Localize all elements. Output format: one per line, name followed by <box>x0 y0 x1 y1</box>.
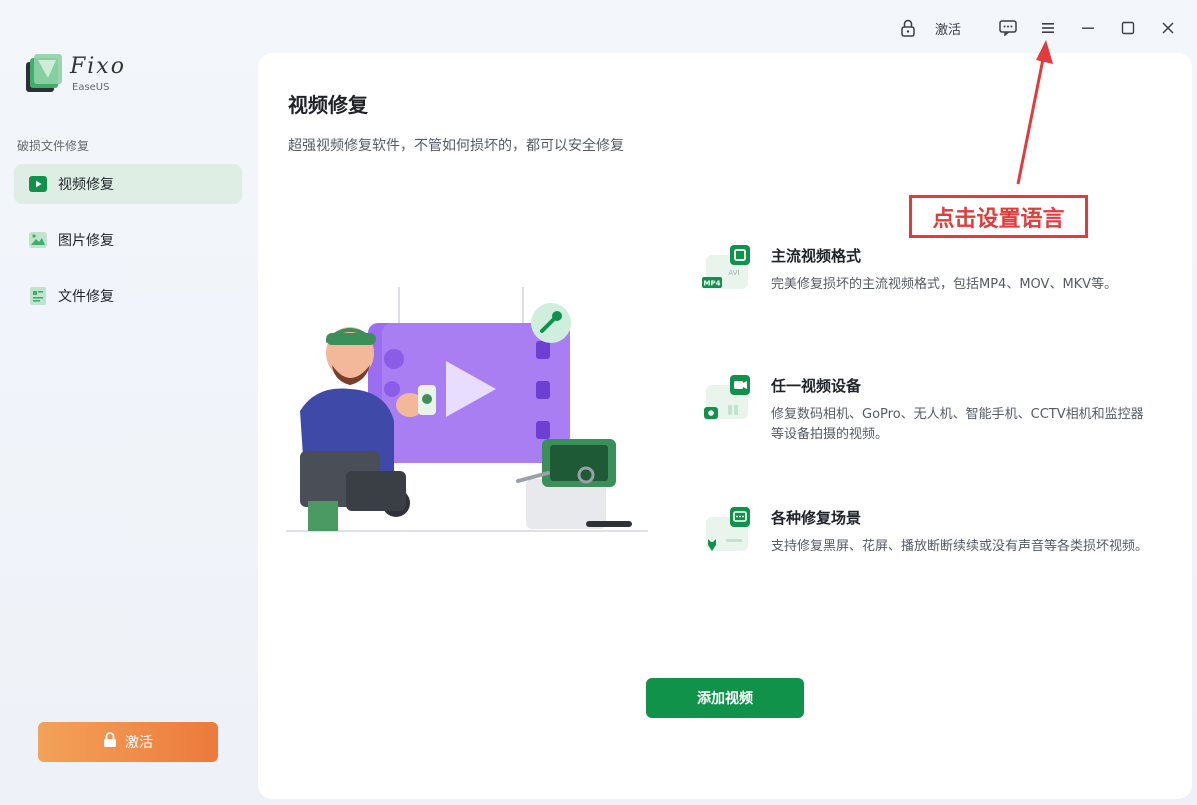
avi-badge: AVI <box>728 269 739 277</box>
add-video-button[interactable]: 添加视频 <box>646 678 804 718</box>
sidebar-item-label: 图片修复 <box>58 233 114 249</box>
sidebar-activate-button[interactable]: 激活 <box>38 722 218 762</box>
sidebar: Fixo EaseUS 破损文件修复 视频修复 图片修复 文件修复 激活 <box>0 0 258 805</box>
feature-description: 支持修复黑屏、花屏、播放断断续续或没有声音等各类损坏视频。 <box>771 539 1149 554</box>
sidebar-item-file-repair[interactable]: 文件修复 <box>14 276 242 316</box>
repair-scenario-icon <box>706 507 750 551</box>
maximize-icon[interactable] <box>1116 14 1140 42</box>
sidebar-section-label: 破损文件修复 <box>17 139 90 153</box>
image-icon <box>28 230 48 250</box>
page-title: 视频修复 <box>288 93 368 117</box>
annotation-arrow-icon <box>1016 40 1053 185</box>
mp4-badge: MP4 <box>704 280 721 288</box>
close-icon[interactable] <box>1156 14 1180 42</box>
feature-title: 各种修复场景 <box>771 509 862 527</box>
sidebar-item-video-repair[interactable]: 视频修复 <box>14 164 242 204</box>
camera-device-icon <box>704 375 750 419</box>
feature-description: 修复数码相机、GoPro、无人机、智能手机、CCTV相机和监控器等设备拍摄的视频… <box>771 407 1144 442</box>
feature-description: 完美修复损坏的主流视频格式，包括MP4、MOV、MKV等。 <box>771 277 1118 292</box>
video-repair-illustration <box>286 287 648 532</box>
page-subtitle: 超强视频修复软件，不管如何损坏的，都可以安全修复 <box>288 138 624 154</box>
document-icon <box>28 286 48 306</box>
sidebar-item-label: 文件修复 <box>58 289 114 305</box>
video-format-icon: MP4 AVI <box>702 245 750 289</box>
lock-icon[interactable] <box>898 14 918 42</box>
activate-label: 激活 <box>125 735 153 751</box>
feature-title: 主流视频格式 <box>771 247 862 265</box>
sidebar-item-label: 视频修复 <box>58 177 114 193</box>
lock-icon <box>103 732 117 752</box>
feature-title: 任一视频设备 <box>771 377 862 395</box>
annotation-label: 点击设置语言 <box>909 195 1088 238</box>
logo-name: Fixo <box>70 54 126 79</box>
titlebar-activate-link[interactable]: 激活 <box>930 14 966 42</box>
video-play-icon <box>28 174 48 194</box>
app-window: Fixo EaseUS 破损文件修复 视频修复 图片修复 文件修复 激活 激活 … <box>0 0 1197 805</box>
logo-sub: EaseUS <box>72 82 110 93</box>
minimize-icon[interactable] <box>1076 14 1100 42</box>
sidebar-item-photo-repair[interactable]: 图片修复 <box>14 220 242 260</box>
